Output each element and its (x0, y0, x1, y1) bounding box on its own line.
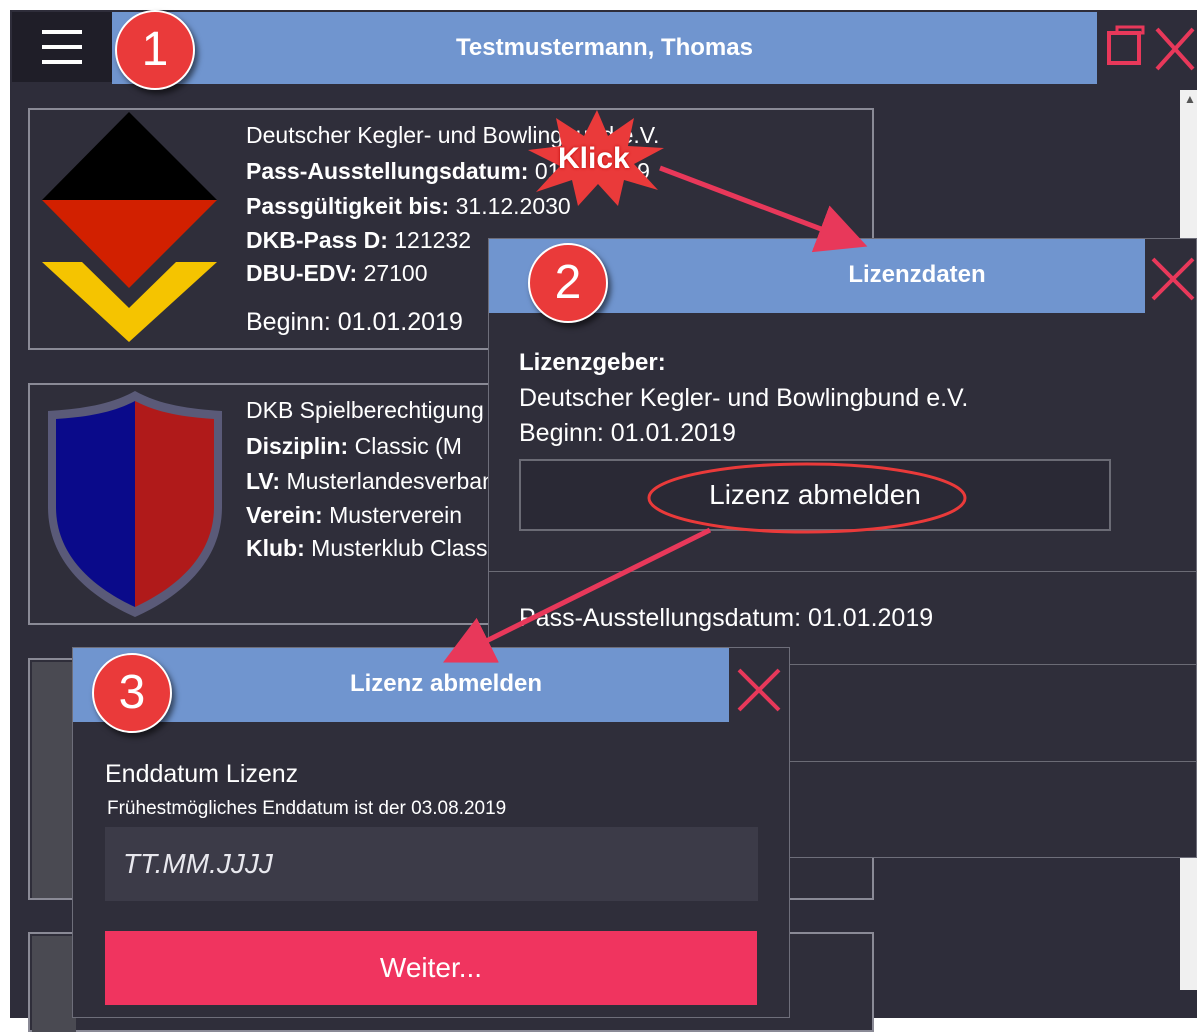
step-badge-2: 2 (528, 243, 608, 323)
step-badge-1: 1 (115, 10, 195, 90)
arrow-to-dialog-2 (659, 165, 868, 253)
arrow-to-dialog-3 (443, 527, 712, 663)
step-badge-3: 3 (92, 653, 172, 733)
klick-label: Klick (558, 142, 630, 175)
